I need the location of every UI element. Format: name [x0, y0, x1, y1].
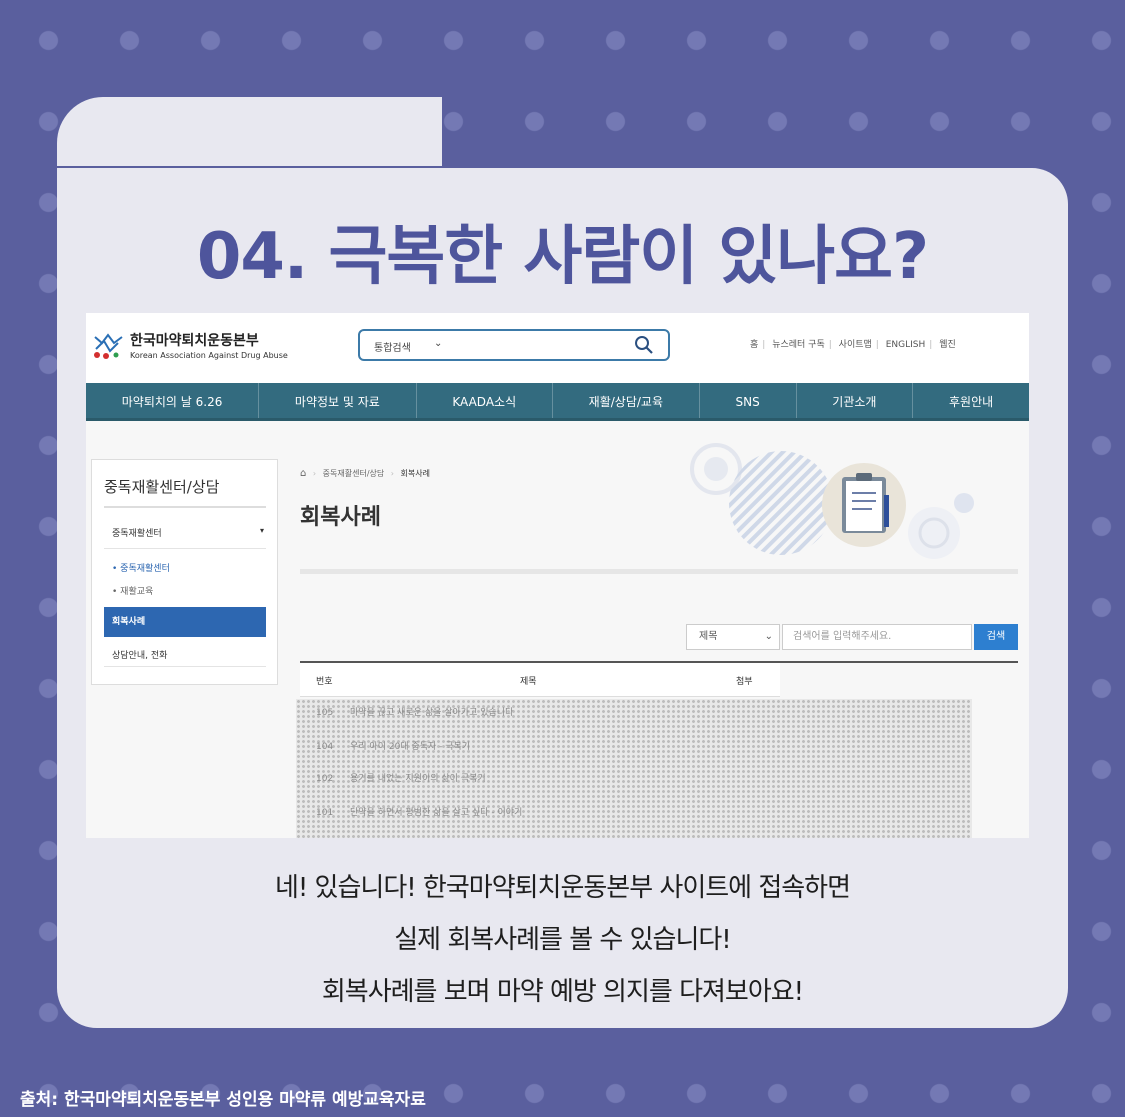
headline: 04. 극복한 사람이 있나요? — [196, 220, 929, 294]
nav-item-news[interactable]: KAADA소식 — [417, 383, 553, 418]
sidebar-subitem-label: 중독재활센터 — [120, 564, 170, 574]
website-screenshot: 한국마약퇴치운동본부 Korean Association Against Dr… — [86, 313, 1029, 838]
sidebar-title-divider — [104, 506, 266, 508]
home-icon[interactable]: ⌂ — [300, 468, 306, 479]
sidebar-divider — [104, 666, 266, 667]
title-divider — [300, 569, 1018, 574]
util-link-home[interactable]: 홈 — [750, 340, 758, 350]
clipboard-illustration — [690, 443, 974, 559]
sidebar-group-label: 중독재활센터 — [112, 529, 162, 539]
content-area: 중독재활센터/상담 중독재활센터 ▾ • 중독재활센터 • 재활교육 회복사례 … — [86, 421, 1029, 838]
util-link-webzine[interactable]: 웹진 — [939, 340, 956, 350]
sidebar-group-rehab-center[interactable]: 중독재활센터 ▾ — [112, 526, 264, 539]
nav-item-info[interactable]: 마약정보 및 자료 — [259, 383, 417, 418]
table-header: 번호 제목 첨부 — [300, 661, 1018, 697]
caption-line: 회복사례를 보며 마약 예방 의지를 다져보아요! — [321, 977, 804, 1007]
table-row[interactable]: 104 우리 아이 20대 중독자 - 극복기 — [316, 739, 470, 752]
util-link-newsletter[interactable]: 뉴스레터 구독 — [772, 340, 825, 350]
nav-item-about[interactable]: 기관소개 — [797, 383, 914, 418]
search-field-label: 제목 — [699, 631, 718, 642]
site-header: 한국마약퇴치운동본부 Korean Association Against Dr… — [86, 313, 1029, 383]
caption-line: 실제 회복사례를 볼 수 있습니다! — [394, 925, 731, 955]
table-row[interactable]: 102 용기를 내었는 지원이의 삶이 극복기 — [316, 771, 486, 784]
column-header-number: 번호 — [316, 677, 333, 687]
breadcrumb-current: 회복사례 — [400, 469, 430, 478]
caption: 네! 있습니다! 한국마약퇴치운동본부 사이트에 접속하면 실제 회복사례를 볼… — [57, 862, 1068, 1018]
search-icon[interactable] — [634, 335, 654, 355]
sidebar-subitem-rehab-edu[interactable]: • 재활교육 — [112, 584, 153, 597]
util-link-english[interactable]: ENGLISH — [886, 340, 926, 350]
caption-line: 네! 있습니다! 한국마약퇴치운동본부 사이트에 접속하면 — [274, 873, 851, 903]
sidebar-title: 중독재활센터/상담 — [104, 478, 220, 496]
sidebar-subitem-rehab-center[interactable]: • 중독재활센터 — [112, 561, 170, 574]
breadcrumb: ⌂ › 중독재활센터/상담 › 회복사례 — [300, 468, 430, 479]
site-logo[interactable]: 한국마약퇴치운동본부 Korean Association Against Dr… — [92, 329, 288, 361]
sidebar-divider — [104, 548, 266, 549]
logo-korean: 한국마약퇴치운동본부 — [130, 333, 259, 349]
board-search-button[interactable]: 검색 — [974, 624, 1018, 650]
table-row[interactable]: 101 단약을 하면서 평범한 삶을 살고 싶다 - 이야기 — [316, 805, 522, 818]
chevron-down-icon: ⌄ — [434, 338, 443, 349]
chevron-down-icon: ⌄ — [764, 631, 773, 642]
nav-item-support[interactable]: 후원안내 — [913, 383, 1029, 418]
column-header-attachment: 첨부 — [736, 677, 753, 687]
util-link-sitemap[interactable]: 사이트맵 — [839, 340, 872, 350]
source-credit: 출처: 한국마약퇴치운동본부 성인용 마약류 예방교육자료 — [20, 1090, 426, 1110]
table-row[interactable]: 105 마약을 끊고 새로운 삶을 살아가고 있습니다 — [316, 705, 513, 718]
nav-item-sns[interactable]: SNS — [700, 383, 797, 418]
search-bar[interactable]: 통합검색 ⌄ — [358, 329, 670, 361]
sidebar-subitem-label: 재활교육 — [120, 587, 154, 597]
sidebar-item-recovery-cases[interactable]: 회복사례 — [104, 607, 266, 637]
search-field-select[interactable]: 제목 ⌄ — [686, 624, 780, 650]
logo-icon — [94, 333, 123, 359]
board-search-input[interactable]: 검색어를 입력해주세요. — [782, 624, 972, 650]
logo-english: Korean Association Against Drug Abuse — [130, 351, 288, 360]
search-scope-select[interactable]: 통합검색 — [374, 339, 411, 354]
column-header-title: 제목 — [520, 677, 537, 687]
nav-item-rehab[interactable]: 재활/상담/교육 — [553, 383, 700, 418]
breadcrumb-item[interactable]: 중독재활센터/상담 — [323, 469, 385, 478]
page-title: 회복사례 — [300, 505, 381, 530]
main-nav: 마약퇴치의 날 6.26 마약정보 및 자료 KAADA소식 재활/상담/교육 … — [86, 383, 1029, 421]
nav-item-day[interactable]: 마약퇴치의 날 6.26 — [86, 383, 260, 418]
sidebar: 중독재활센터/상담 중독재활센터 ▾ • 중독재활센터 • 재활교육 회복사례 … — [91, 459, 278, 685]
sidebar-item-counseling[interactable]: 상담안내, 전화 — [112, 648, 167, 661]
caret-down-icon: ▾ — [259, 526, 264, 535]
utility-links: 홈 | 뉴스레터 구독 | 사이트맵 | ENGLISH | 웹진 — [750, 340, 956, 350]
blurred-table-body: 105 마약을 끊고 새로운 삶을 살아가고 있습니다 104 우리 아이 20대 … — [296, 699, 972, 838]
